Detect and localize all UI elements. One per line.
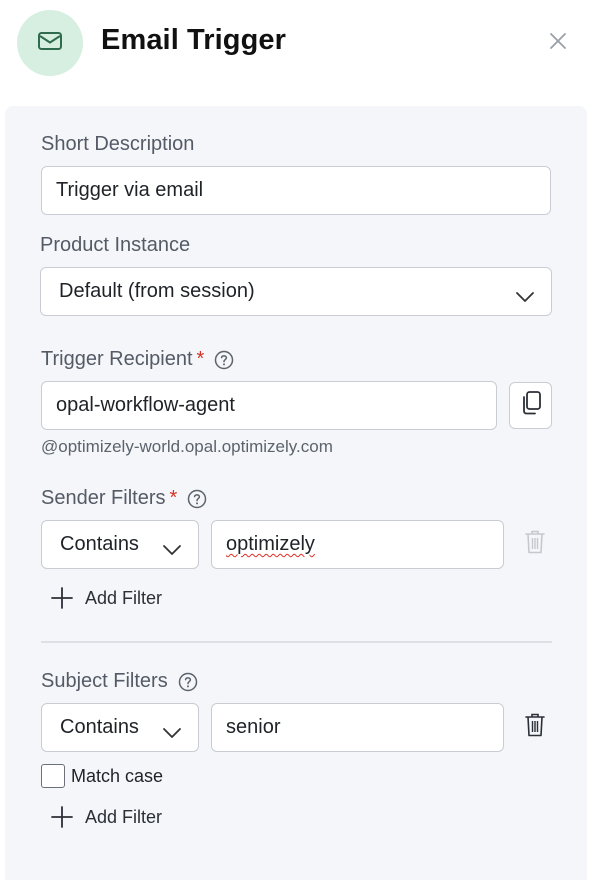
product-instance-select[interactable]: Default (from session) bbox=[40, 267, 552, 316]
help-icon[interactable] bbox=[187, 489, 207, 509]
sender-delete-button[interactable] bbox=[523, 530, 547, 558]
subject-add-filter-button[interactable]: Add Filter bbox=[51, 806, 162, 828]
dialog-header: Email Trigger bbox=[0, 0, 597, 92]
product-instance-label: Product Instance bbox=[40, 234, 190, 257]
match-case-option[interactable]: Match case bbox=[41, 764, 163, 788]
help-icon[interactable] bbox=[214, 350, 234, 370]
copy-icon bbox=[519, 390, 543, 421]
short-description-input[interactable]: Trigger via email bbox=[41, 166, 551, 215]
close-button[interactable] bbox=[545, 30, 571, 56]
required-mark: * bbox=[169, 487, 178, 509]
required-mark: * bbox=[196, 348, 205, 370]
chevron-down-icon bbox=[515, 286, 535, 302]
trigger-recipient-label-text: Trigger Recipient bbox=[41, 348, 193, 370]
product-instance-label-text: Product Instance bbox=[40, 234, 191, 256]
trigger-recipient-input[interactable]: opal-workflow-agent bbox=[41, 381, 497, 430]
trigger-avatar bbox=[17, 10, 83, 76]
match-case-label: Match case bbox=[71, 765, 164, 786]
short-description-label-text: Short Description bbox=[41, 133, 195, 155]
close-icon bbox=[548, 31, 568, 56]
subject-filter-input[interactable]: senior bbox=[211, 703, 504, 752]
add-filter-label: Add Filter bbox=[85, 587, 163, 608]
plus-icon bbox=[51, 806, 73, 828]
sender-operator-select[interactable]: Contains bbox=[41, 520, 199, 569]
trash-icon bbox=[524, 529, 546, 560]
copy-button[interactable] bbox=[509, 382, 552, 429]
product-instance-selected: Default (from session) bbox=[59, 280, 255, 302]
chevron-down-icon bbox=[162, 722, 182, 738]
help-icon[interactable] bbox=[178, 672, 198, 692]
section-divider bbox=[41, 641, 552, 643]
trigger-recipient-value: opal-workflow-agent bbox=[56, 394, 235, 416]
match-case-checkbox[interactable] bbox=[41, 764, 65, 788]
sender-filter-value: optimizely bbox=[226, 533, 315, 555]
trigger-recipient-label: Trigger Recipient * bbox=[41, 348, 234, 371]
subject-filters-label: Subject Filters bbox=[41, 670, 198, 693]
sender-operator-value: Contains bbox=[60, 533, 139, 555]
sender-add-filter-button[interactable]: Add Filter bbox=[51, 587, 162, 609]
add-filter-label: Add Filter bbox=[85, 806, 163, 827]
subject-delete-button[interactable] bbox=[523, 713, 547, 741]
subject-filter-value: senior bbox=[226, 716, 281, 738]
envelope-icon bbox=[37, 30, 63, 57]
chevron-down-icon bbox=[162, 539, 182, 555]
short-description-label: Short Description bbox=[41, 133, 194, 156]
sender-filter-input[interactable]: optimizely bbox=[211, 520, 504, 569]
subject-filters-label-text: Subject Filters bbox=[41, 670, 168, 692]
recipient-domain-suffix: @optimizely-world.opal.optimizely.com bbox=[41, 437, 333, 456]
sender-filters-label: Sender Filters * bbox=[41, 487, 207, 510]
trash-icon bbox=[524, 712, 546, 743]
plus-icon bbox=[51, 587, 73, 609]
dialog-title: Email Trigger bbox=[101, 24, 287, 56]
sender-filters-label-text: Sender Filters bbox=[41, 487, 166, 509]
subject-operator-select[interactable]: Contains bbox=[41, 703, 199, 752]
subject-operator-value: Contains bbox=[60, 716, 139, 738]
short-description-value: Trigger via email bbox=[56, 179, 204, 201]
